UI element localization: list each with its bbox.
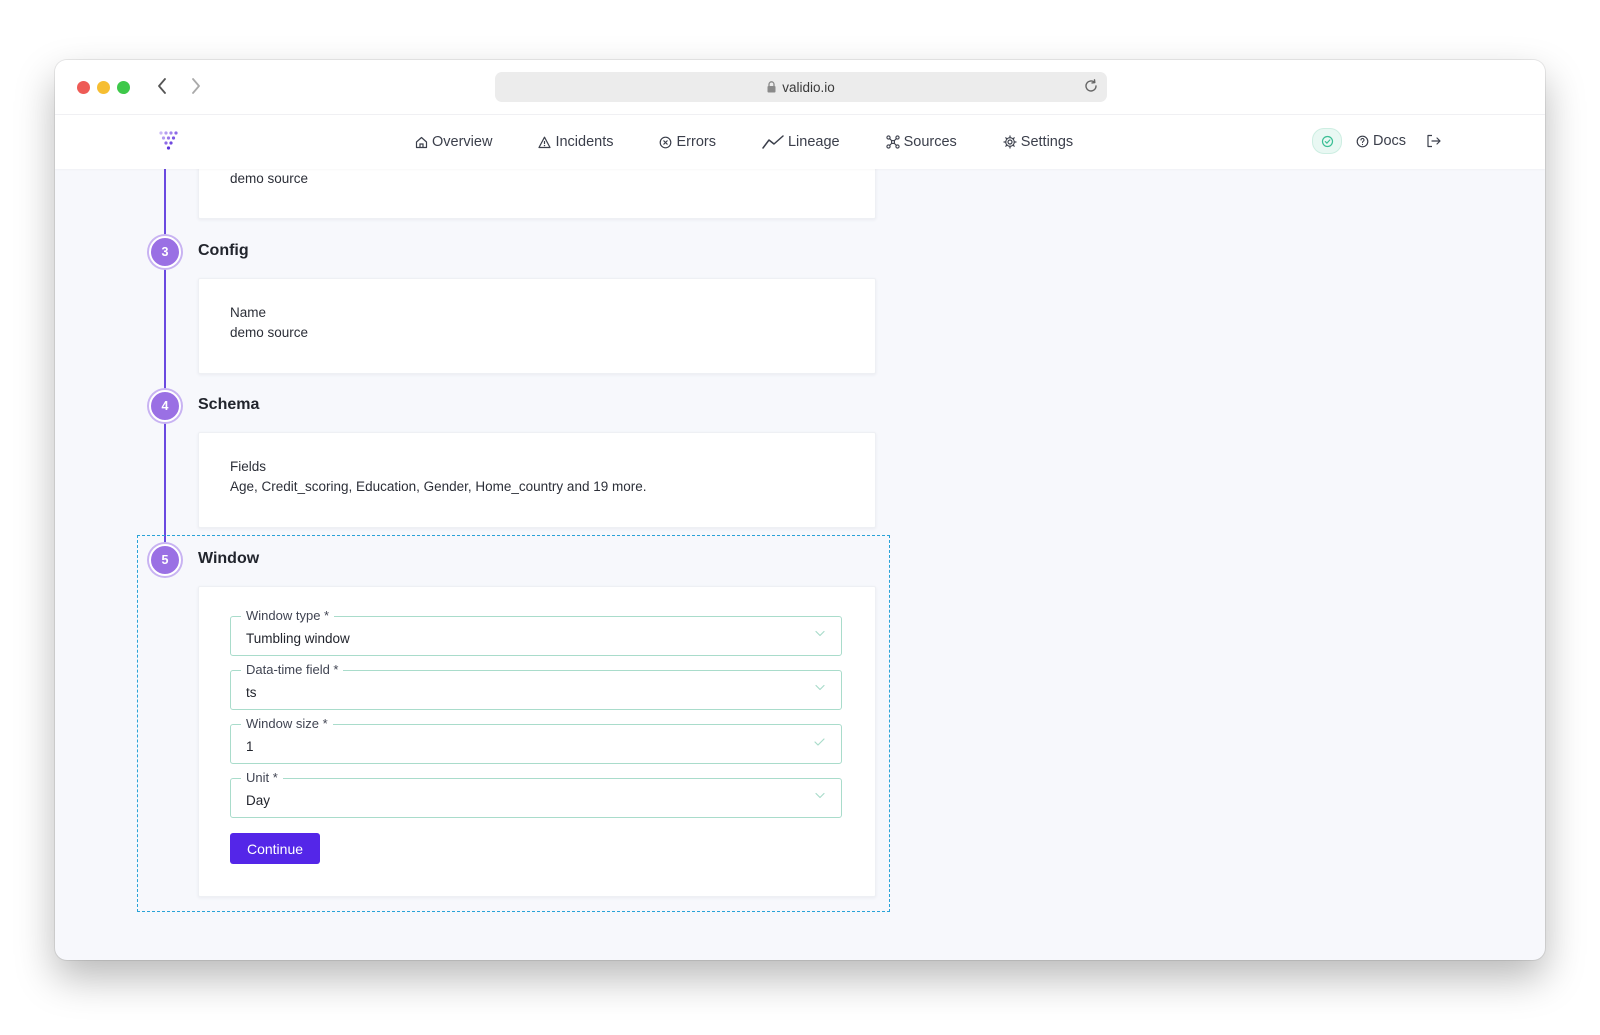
step-4-indicator: 4 — [149, 390, 181, 422]
unit-label: Unit * — [241, 770, 283, 786]
forward-arrow-icon[interactable] — [185, 73, 207, 99]
nav-item-label: Sources — [903, 134, 957, 150]
continue-button[interactable]: Continue — [230, 833, 320, 864]
unit-select[interactable]: Unit * Day — [230, 770, 842, 818]
window-type-label: Window type * — [241, 608, 335, 624]
chevron-down-icon[interactable] — [815, 684, 825, 691]
docs-label: Docs — [1373, 133, 1407, 149]
step-5-title: Window — [198, 550, 260, 567]
window-form-card: Window type * Tumbling window Data-time … — [198, 586, 876, 897]
nav-item-label: Overview — [432, 134, 493, 150]
step-3-title: Config — [198, 242, 249, 259]
nav-item-lineage[interactable]: Lineage — [762, 134, 840, 150]
nav-item-overview[interactable]: Overview — [415, 134, 492, 150]
check-icon — [814, 738, 825, 746]
step-5-indicator: 5 — [149, 544, 181, 576]
window-type-select[interactable]: Window type * Tumbling window — [230, 608, 842, 656]
home-icon — [415, 136, 428, 148]
network-nodes-icon — [885, 135, 900, 149]
nav-item-label: Lineage — [787, 134, 840, 150]
nav-item-label: Errors — [676, 134, 716, 150]
date-time-field-label: Data-time field * — [241, 662, 344, 678]
warning-triangle-icon — [538, 136, 552, 148]
config-name-label: Name — [230, 305, 267, 320]
nav-item-label: Settings — [1020, 134, 1074, 150]
back-arrow-icon[interactable] — [151, 73, 173, 99]
nav-item-label: Incidents — [555, 134, 614, 150]
x-circle-icon — [660, 136, 672, 148]
step-4-title: Schema — [198, 396, 260, 413]
nav-item-sources[interactable]: Sources — [885, 134, 957, 150]
source-value: demo source — [230, 171, 309, 186]
reload-icon[interactable] — [1083, 78, 1099, 94]
maximize-window-button[interactable] — [117, 81, 130, 94]
browser-titlebar: validio.io — [55, 60, 1545, 114]
help-circle-icon — [1356, 135, 1369, 147]
nav-item-errors[interactable]: Errors — [659, 134, 716, 150]
url-text: validio.io — [782, 79, 835, 95]
step-3-indicator: 3 — [149, 236, 181, 268]
schema-fields-value: Age, Credit_scoring, Education, Gender, … — [230, 479, 647, 494]
date-time-field-select[interactable]: Data-time field * ts — [230, 662, 842, 710]
window-size-label: Window size * — [241, 716, 333, 732]
gear-icon — [1003, 135, 1017, 149]
browser-window: validio.io Overview Incidents Errors Lin… — [55, 60, 1545, 960]
schema-fields-label: Fields — [230, 459, 267, 474]
app-header: Overview Incidents Errors Lineage Source… — [55, 114, 1545, 169]
unit-value: Day — [246, 793, 271, 808]
status-indicator[interactable] — [1312, 128, 1342, 154]
date-time-field-value: ts — [246, 685, 257, 700]
step-timeline — [164, 168, 166, 553]
nav-item-incidents[interactable]: Incidents — [538, 134, 613, 150]
minimize-window-button[interactable] — [97, 81, 110, 94]
main-nav: Overview Incidents Errors Lineage Source… — [415, 115, 1119, 169]
config-name-value: demo source — [230, 325, 309, 340]
close-window-button[interactable] — [77, 81, 90, 94]
window-size-input[interactable]: Window size * 1 — [230, 716, 842, 764]
nav-item-settings[interactable]: Settings — [1003, 134, 1073, 150]
chevron-down-icon[interactable] — [815, 630, 825, 637]
schema-summary-card: Fields Age, Credit_scoring, Education, G… — [198, 432, 876, 528]
chevron-down-icon[interactable] — [815, 792, 825, 799]
trend-line-icon — [762, 135, 784, 149]
docs-link[interactable]: Docs — [1356, 133, 1406, 149]
window-size-value: 1 — [246, 739, 254, 754]
window-type-value: Tumbling window — [246, 631, 350, 646]
logout-icon[interactable] — [1426, 134, 1442, 148]
check-circle-icon — [1321, 135, 1333, 147]
config-summary-card: Name demo source — [198, 278, 876, 374]
address-bar[interactable]: validio.io — [495, 72, 1107, 102]
validio-logo-icon[interactable] — [158, 130, 180, 157]
lock-icon — [767, 81, 776, 93]
header-tools: Docs — [1312, 128, 1442, 154]
wizard-content: demo source 3 Config Name demo source 4 … — [55, 148, 1545, 960]
